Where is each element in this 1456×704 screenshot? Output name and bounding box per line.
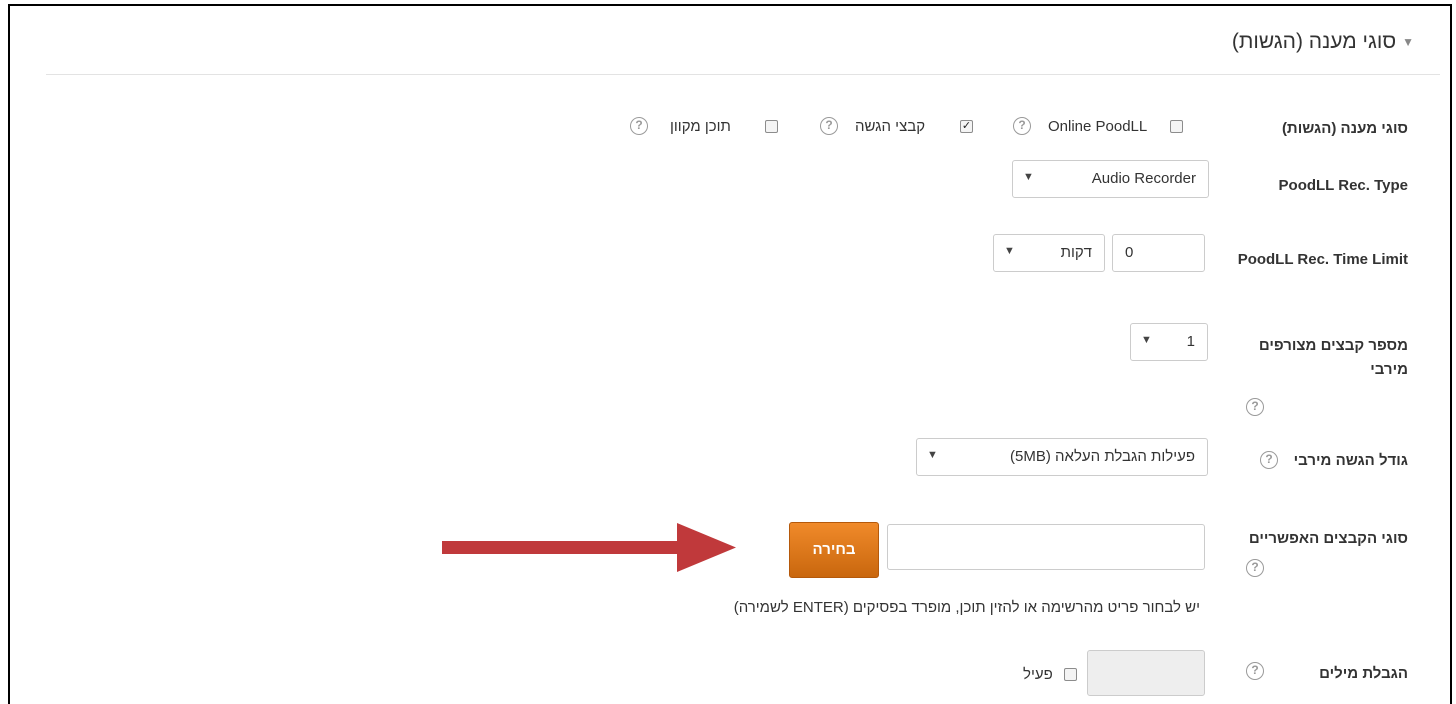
max-size-select[interactable]: פעילות הגבלת העלאה (5MB) ▼ (916, 438, 1208, 476)
max-files-label: מספר קבצים מצורפים מירבי (1258, 337, 1408, 378)
dropdown-arrow-icon: ▼ (927, 449, 938, 461)
max-files-select[interactable]: 1 ▼ (1130, 323, 1208, 361)
word-limit-label: הגבלת מילים (1319, 665, 1408, 682)
max-size-value: פעילות הגבלת העלאה (5MB) (1010, 448, 1195, 465)
section-header[interactable]: ▼ סוגי מענה (הגשות) (1232, 30, 1414, 54)
option-file-submissions-label: קבצי הגשה (855, 118, 926, 135)
option-online-poodll-label: Online PoodLL (1048, 118, 1148, 135)
help-icon[interactable]: ? (1246, 662, 1264, 680)
section-divider (46, 74, 1440, 75)
annotation-arrow (442, 523, 736, 572)
section-title: סוגי מענה (הגשות) (1231, 30, 1397, 53)
option-online-text-label: תוכן מקוון (670, 118, 731, 135)
help-icon[interactable]: ? (630, 117, 648, 135)
file-types-note: יש לבחור פריט מהרשימה או להזין תוכן, מופ… (733, 599, 1200, 616)
dropdown-arrow-icon: ▼ (1141, 334, 1152, 346)
dropdown-arrow-icon: ▼ (1004, 245, 1015, 257)
time-limit-unit-value: דקות (1060, 244, 1092, 261)
rec-type-select[interactable]: Audio Recorder ▼ (1012, 160, 1209, 198)
time-limit-unit-select[interactable]: דקות ▼ (993, 234, 1105, 272)
choose-button[interactable]: בחירה (789, 522, 879, 578)
help-icon[interactable]: ? (1260, 451, 1278, 469)
word-limit-enable-label: פעיל (1023, 666, 1053, 683)
word-limit-input[interactable] (1087, 650, 1205, 696)
help-icon[interactable]: ? (1013, 117, 1031, 135)
max-files-value: 1 (1186, 333, 1195, 350)
help-icon[interactable]: ? (820, 117, 838, 135)
caret-down-icon: ▼ (1402, 35, 1414, 50)
form-frame: ▼ סוגי מענה (הגשות) סוגי מענה (הגשות) ? O… (8, 4, 1452, 704)
help-icon[interactable]: ? (1246, 398, 1264, 416)
submission-types-label: סוגי מענה (הגשות) (1281, 120, 1408, 137)
checkbox-online-text[interactable] (765, 120, 778, 133)
rec-type-label: PoodLL Rec. Type (1278, 177, 1408, 194)
checkbox-online-poodll[interactable] (1170, 120, 1183, 133)
word-limit-enable-checkbox[interactable] (1064, 668, 1077, 681)
help-icon[interactable]: ? (1246, 559, 1264, 577)
dropdown-arrow-icon: ▼ (1023, 171, 1034, 183)
time-limit-number-value: 0 (1125, 244, 1134, 261)
rec-type-value: Audio Recorder (1091, 170, 1196, 187)
file-types-label: סוגי הקבצים האפשריים (1248, 530, 1408, 547)
file-types-input[interactable] (887, 524, 1205, 570)
checkbox-file-submissions[interactable]: ✓ (960, 120, 973, 133)
time-limit-number-input[interactable]: 0 (1112, 234, 1205, 272)
rec-time-limit-label: PoodLL Rec. Time Limit (1237, 251, 1408, 268)
